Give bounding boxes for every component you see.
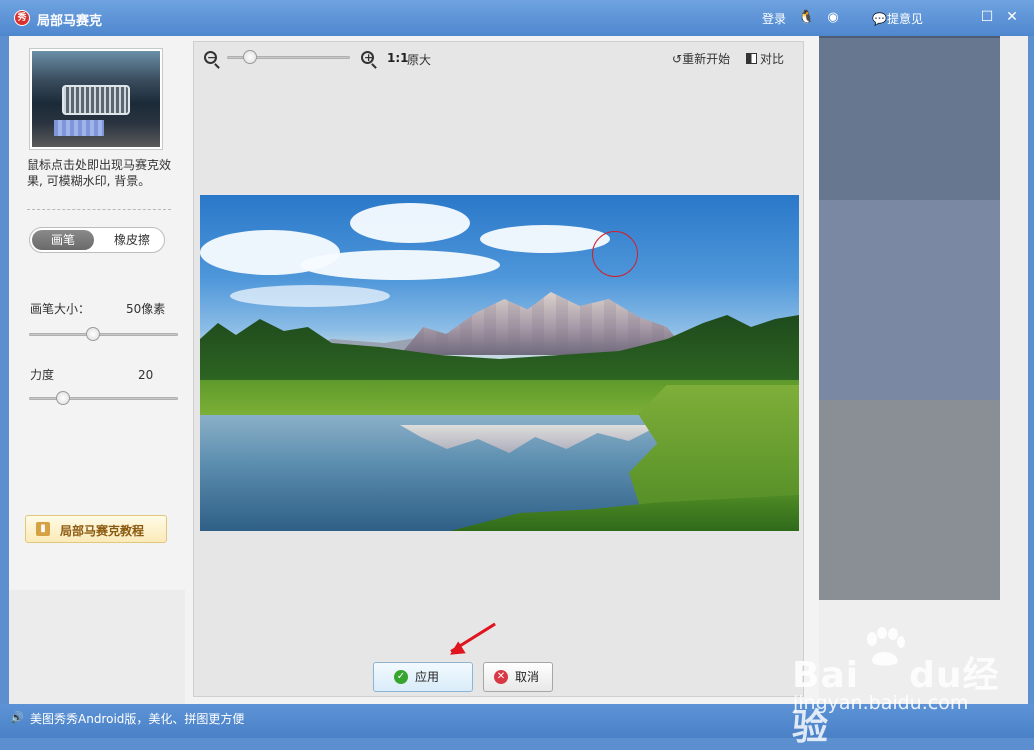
- watermark-du: du: [909, 655, 963, 696]
- tab-brush[interactable]: 画笔: [32, 230, 94, 250]
- feedback-label: 提意见: [886, 12, 923, 26]
- title-bar: 秀 局部马赛克 登录 🐧 ◉ 💬提意见 ☐ ✕: [0, 0, 1034, 36]
- preview-block: [819, 36, 1000, 200]
- tab-eraser[interactable]: 橡皮擦: [102, 230, 162, 250]
- weibo-icon[interactable]: ◉: [825, 10, 841, 26]
- cloud: [230, 285, 390, 307]
- plus-sign: +: [364, 51, 374, 64]
- edit-canvas[interactable]: [200, 195, 799, 531]
- compare-label: 对比: [760, 52, 785, 66]
- strength-slider[interactable]: [29, 397, 178, 400]
- cloud: [300, 250, 500, 280]
- qq-icon[interactable]: 🐧: [798, 10, 814, 26]
- mode-toggle: 画笔 橡皮擦: [29, 227, 165, 253]
- close-icon[interactable]: ✕: [1004, 9, 1020, 25]
- app-logo-icon: 秀: [14, 10, 30, 26]
- car-grill: [62, 85, 130, 115]
- preview-block: [819, 200, 1000, 400]
- cancel-label: 取消: [515, 670, 540, 684]
- example-thumbnail: [29, 48, 163, 150]
- brush-size-slider[interactable]: [29, 333, 178, 336]
- cloud: [480, 225, 610, 253]
- login-link[interactable]: 登录: [762, 10, 786, 27]
- undo-icon: ↺: [672, 52, 683, 66]
- tool-description: 鼠标点击处即出现马赛克效果, 可模糊水印, 背景。: [27, 158, 172, 188]
- apply-label: 应用: [415, 670, 440, 684]
- cancel-icon: ✕: [494, 670, 508, 684]
- watermark-url: jingyan.baidu.com: [793, 692, 969, 714]
- strength-value: 20: [138, 368, 154, 382]
- car-image: [32, 51, 160, 147]
- speaker-icon: 🔊: [10, 711, 24, 724]
- preview-top-edge: [819, 36, 1000, 38]
- strength-handle[interactable]: [56, 391, 70, 405]
- brush-size-handle[interactable]: [85, 327, 100, 341]
- tutorial-button[interactable]: ▮ 局部马赛克教程: [25, 515, 167, 543]
- right-panel: [819, 36, 1028, 704]
- compare-icon: [746, 53, 757, 64]
- original-size-label[interactable]: 原大: [407, 51, 431, 68]
- preview-block: [819, 400, 1000, 600]
- chat-bubble-icon: 💬: [872, 12, 887, 26]
- canvas-panel: − + 1:1 原大 ↺重新开始 对比 ✓ 应用 ✕ 取消: [193, 41, 804, 697]
- status-text[interactable]: 美图秀秀Android版，美化、拼图更方便: [30, 710, 244, 727]
- main-frame: 鼠标点击处即出现马赛克效果, 可模糊水印, 背景。 画笔 橡皮擦 画笔大小： 5…: [9, 36, 1028, 704]
- book-icon: ▮: [36, 522, 50, 536]
- brush-cursor: [592, 231, 638, 277]
- cloud: [350, 203, 470, 243]
- left-panel-footer: [9, 590, 185, 704]
- tutorial-label: 局部马赛克教程: [60, 524, 145, 538]
- strength-label: 力度: [30, 368, 55, 382]
- reset-label: 重新开始: [682, 52, 731, 66]
- divider: [27, 209, 171, 210]
- feedback-link[interactable]: 💬提意见: [872, 10, 923, 27]
- zoom-handle[interactable]: [243, 50, 258, 64]
- compare-button[interactable]: 对比: [746, 50, 784, 67]
- reset-button[interactable]: ↺重新开始: [672, 50, 730, 67]
- actual-size-button[interactable]: 1:1: [387, 51, 409, 65]
- left-panel: 鼠标点击处即出现马赛克效果, 可模糊水印, 背景。 画笔 橡皮擦 画笔大小： 5…: [9, 36, 185, 704]
- window-title: 局部马赛克: [37, 14, 103, 29]
- brush-size-value: 50像素: [126, 302, 166, 316]
- maximize-icon[interactable]: ☐: [979, 9, 995, 25]
- brush-size-label: 画笔大小：: [30, 302, 91, 316]
- check-icon: ✓: [394, 670, 408, 684]
- mosaic-plate: [54, 120, 104, 136]
- watermark-bai: Bai: [792, 655, 860, 696]
- minus-sign: −: [207, 51, 217, 64]
- apply-button[interactable]: ✓ 应用: [373, 662, 473, 692]
- cancel-button[interactable]: ✕ 取消: [483, 662, 553, 692]
